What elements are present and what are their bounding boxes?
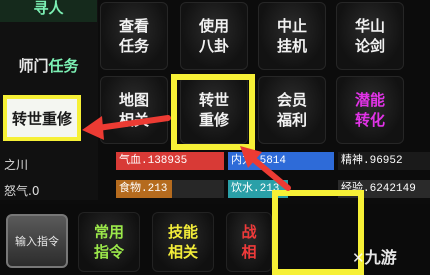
watermark-logo-icon: ✕ [352,249,365,267]
watermark: ✕九游 [352,248,397,267]
annotation-arrows [82,115,291,191]
arrow-up-left-icon [240,146,291,191]
arrow-left-icon [82,115,171,140]
game-screen: 寻人 师门任务 之川 怒气.0 查看任务 使用八卦 中止挂机 华山论剑 地图相关… [0,0,430,275]
